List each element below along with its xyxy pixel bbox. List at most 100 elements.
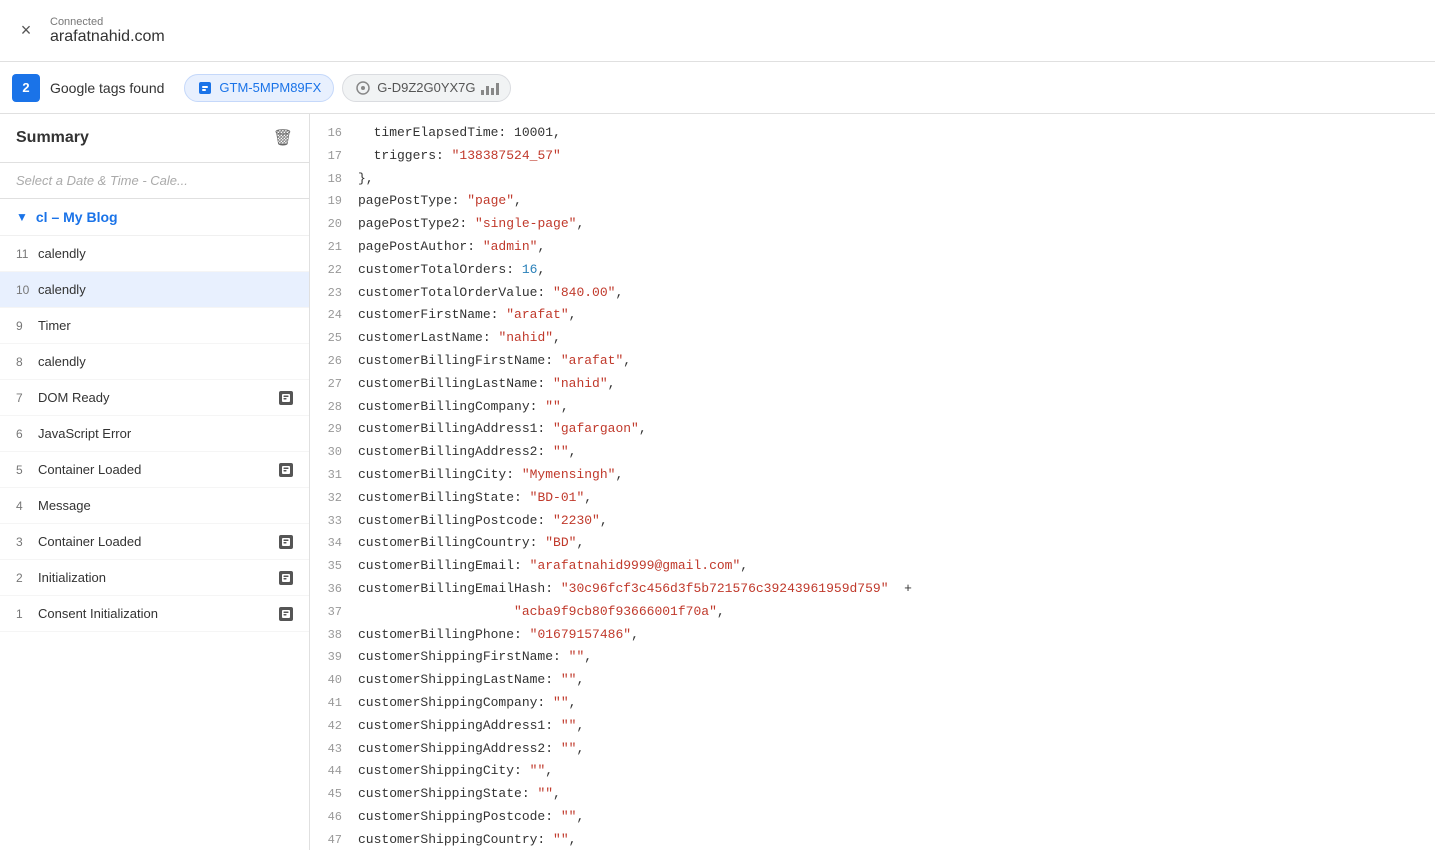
event-item[interactable]: 6JavaScript Error — [0, 416, 309, 452]
event-number: 1 — [16, 607, 38, 621]
code-line: 21pagePostAuthor: "admin", — [310, 236, 1435, 259]
google-tags-label: Google tags found — [50, 80, 164, 96]
line-number: 34 — [310, 533, 358, 553]
line-content: customerShippingAddress1: "", — [358, 716, 1435, 737]
event-name: Container Loaded — [38, 534, 275, 549]
code-panel[interactable]: 16 timerElapsedTime: 10001,17 triggers: … — [310, 114, 1435, 850]
event-badge-icon — [279, 391, 293, 405]
line-number: 24 — [310, 305, 358, 325]
line-content: customerBillingAddress2: "", — [358, 442, 1435, 463]
line-content: customerShippingAddress2: "", — [358, 739, 1435, 760]
trash-icon[interactable]: 🗑 — [273, 128, 293, 148]
line-content: customerShippingFirstName: "", — [358, 647, 1435, 668]
code-line: 40customerShippingLastName: "", — [310, 669, 1435, 692]
code-container: 16 timerElapsedTime: 10001,17 triggers: … — [310, 114, 1435, 850]
line-content: "acba9f9cb80f93666001f70a", — [358, 602, 1435, 623]
ga-tag-pill[interactable]: G-D9Z2G0YX7G — [342, 74, 510, 102]
event-name: Timer — [38, 318, 293, 333]
event-item[interactable]: 2Initialization — [0, 560, 309, 596]
line-content: customerBillingPostcode: "2230", — [358, 511, 1435, 532]
event-item[interactable]: 10calendly — [0, 272, 309, 308]
code-line: 37 "acba9f9cb80f93666001f70a", — [310, 601, 1435, 624]
line-number: 30 — [310, 442, 358, 462]
line-number: 16 — [310, 123, 358, 143]
gtm-tag-pill[interactable]: GTM-5MPM89FX — [184, 74, 334, 102]
event-item[interactable]: 8calendly — [0, 344, 309, 380]
line-content: customerBillingLastName: "nahid", — [358, 374, 1435, 395]
line-number: 27 — [310, 374, 358, 394]
site-name: arafatnahid.com — [50, 28, 165, 46]
line-number: 25 — [310, 328, 358, 348]
code-line: 42customerShippingAddress1: "", — [310, 715, 1435, 738]
event-item[interactable]: 9Timer — [0, 308, 309, 344]
event-item[interactable]: 3Container Loaded — [0, 524, 309, 560]
code-line: 20pagePostType2: "single-page", — [310, 213, 1435, 236]
line-content: customerBillingFirstName: "arafat", — [358, 351, 1435, 372]
summary-header: Summary 🗑 — [0, 114, 309, 163]
event-item[interactable]: 11calendly — [0, 236, 309, 272]
code-line: 43customerShippingAddress2: "", — [310, 738, 1435, 761]
line-number: 47 — [310, 830, 358, 850]
tag-bar: 2 Google tags found GTM-5MPM89FX G-D9Z2G… — [0, 62, 1435, 114]
date-filter[interactable]: Select a Date & Time - Cale... — [0, 163, 309, 199]
event-number: 7 — [16, 391, 38, 405]
event-number: 8 — [16, 355, 38, 369]
section-header[interactable]: ▼ cl – My Blog — [0, 199, 309, 236]
line-number: 20 — [310, 214, 358, 234]
line-content: customerBillingCompany: "", — [358, 397, 1435, 418]
code-line: 30customerBillingAddress2: "", — [310, 441, 1435, 464]
section-label: cl – My Blog — [36, 209, 118, 225]
line-content: customerLastName: "nahid", — [358, 328, 1435, 349]
event-name: Consent Initialization — [38, 606, 275, 621]
event-badge-icon — [279, 607, 293, 621]
code-line: 24customerFirstName: "arafat", — [310, 304, 1435, 327]
close-button[interactable]: × — [12, 17, 40, 45]
code-line: 46customerShippingPostcode: "", — [310, 806, 1435, 829]
line-content: customerBillingEmailHash: "30c96fcf3c456… — [358, 579, 1435, 600]
event-item[interactable]: 7DOM Ready — [0, 380, 309, 416]
code-line: 32customerBillingState: "BD-01", — [310, 487, 1435, 510]
event-name: calendly — [38, 282, 293, 297]
line-number: 40 — [310, 670, 358, 690]
tags-count-badge: 2 — [12, 74, 40, 102]
event-item[interactable]: 1Consent Initialization — [0, 596, 309, 632]
code-line: 41customerShippingCompany: "", — [310, 692, 1435, 715]
event-name: Initialization — [38, 570, 275, 585]
line-number: 18 — [310, 169, 358, 189]
summary-title: Summary — [16, 129, 89, 147]
ga-icon — [355, 80, 371, 96]
sidebar: Summary 🗑 Select a Date & Time - Cale...… — [0, 114, 310, 850]
event-name: DOM Ready — [38, 390, 275, 405]
code-line: 35customerBillingEmail: "arafatnahid9999… — [310, 555, 1435, 578]
event-list: 11calendly10calendly9Timer8calendly7DOM … — [0, 236, 309, 632]
event-item[interactable]: 5Container Loaded — [0, 452, 309, 488]
line-content: customerBillingPhone: "01679157486", — [358, 625, 1435, 646]
event-badge-icon — [279, 535, 293, 549]
code-line: 22customerTotalOrders: 16, — [310, 259, 1435, 282]
ga-tag-label: G-D9Z2G0YX7G — [377, 80, 475, 95]
line-content: customerBillingEmail: "arafatnahid9999@g… — [358, 556, 1435, 577]
line-number: 39 — [310, 647, 358, 667]
gtm-tag-label: GTM-5MPM89FX — [219, 80, 321, 95]
line-number: 31 — [310, 465, 358, 485]
line-content: customerBillingCountry: "BD", — [358, 533, 1435, 554]
code-line: 44customerShippingCity: "", — [310, 760, 1435, 783]
chevron-down-icon: ▼ — [16, 210, 28, 224]
event-item[interactable]: 4Message — [0, 488, 309, 524]
event-number: 9 — [16, 319, 38, 333]
event-number: 6 — [16, 427, 38, 441]
line-content: pagePostType: "page", — [358, 191, 1435, 212]
line-number: 43 — [310, 739, 358, 759]
event-number: 2 — [16, 571, 38, 585]
bar-chart-icon — [482, 80, 498, 96]
line-content: customerBillingState: "BD-01", — [358, 488, 1435, 509]
line-number: 46 — [310, 807, 358, 827]
line-number: 42 — [310, 716, 358, 736]
line-number: 38 — [310, 625, 358, 645]
code-line: 23customerTotalOrderValue: "840.00", — [310, 282, 1435, 305]
line-content: customerShippingCountry: "", — [358, 830, 1435, 850]
line-content: customerShippingCity: "", — [358, 761, 1435, 782]
line-number: 36 — [310, 579, 358, 599]
line-content: pagePostAuthor: "admin", — [358, 237, 1435, 258]
line-number: 23 — [310, 283, 358, 303]
